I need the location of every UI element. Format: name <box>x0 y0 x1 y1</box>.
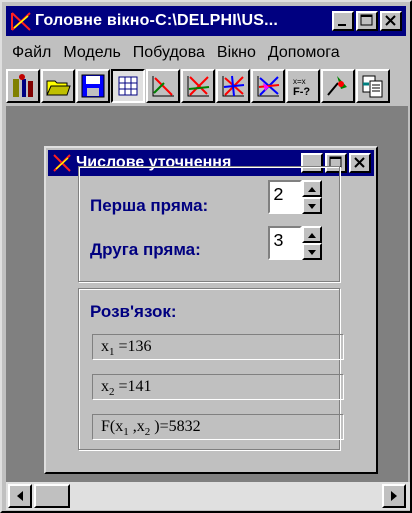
app-icon <box>10 10 32 32</box>
minimize-icon <box>338 24 346 26</box>
numeric-refinement-window: Числове уточнення Перша пряма: 2 Друга п… <box>44 146 378 474</box>
solution-point-icon <box>327 76 347 96</box>
second-line-up-button[interactable] <box>302 226 322 243</box>
formula-icon: x=x F-? <box>293 77 310 98</box>
main-window: Головне вікно-C:\DELPHI\US... Файл Модел… <box>0 0 412 513</box>
menu-model[interactable]: Модель <box>57 44 126 62</box>
first-line-label: Перша пряма: <box>90 196 209 215</box>
scroll-right-button[interactable] <box>382 484 406 508</box>
menu-bar: Файл Модель Побудова Вікно Допомога <box>6 40 406 66</box>
arrow-left-icon <box>17 491 23 501</box>
second-line-down-button[interactable] <box>302 243 322 260</box>
svg-text:x=x: x=x <box>293 77 306 86</box>
plot-cross-button[interactable] <box>181 69 215 103</box>
maximize-icon <box>360 14 373 26</box>
plot-region-button[interactable] <box>251 69 285 103</box>
first-line-input[interactable]: 2 <box>268 180 302 214</box>
open-folder-icon <box>46 80 71 96</box>
arrow-right-icon <box>391 491 397 501</box>
plot-multi-button[interactable] <box>216 69 250 103</box>
formula-button[interactable]: x=x F-? <box>286 69 320 103</box>
scroll-thumb[interactable] <box>34 484 70 508</box>
close-icon <box>354 157 365 168</box>
save-button[interactable] <box>76 69 110 103</box>
second-line-spinner <box>302 226 322 260</box>
child-app-icon <box>52 153 72 173</box>
close-button[interactable] <box>380 11 402 31</box>
scroll-left-button[interactable] <box>8 484 32 508</box>
menu-file[interactable]: Файл <box>6 44 57 62</box>
solution-label: Розв'язок: <box>90 302 177 321</box>
menu-build[interactable]: Побудова <box>127 44 211 62</box>
child-close-button[interactable] <box>349 153 371 173</box>
lines-region-icon <box>257 76 280 97</box>
arrow-down-icon <box>308 204 316 209</box>
lines-cross-icon <box>187 76 210 97</box>
menu-help[interactable]: Допомога <box>262 44 346 62</box>
close-icon <box>385 15 396 26</box>
menu-window[interactable]: Вікно <box>211 44 262 62</box>
line-plot-icon <box>152 76 174 97</box>
arrow-down-icon <box>308 250 316 255</box>
save-disk-icon <box>81 74 105 98</box>
tool-figure-icon <box>13 74 33 97</box>
copy-document-icon <box>362 75 383 98</box>
main-title-bar[interactable]: Головне вікно-C:\DELPHI\US... <box>6 6 406 36</box>
second-line-label: Друга пряма: <box>90 240 201 259</box>
minimize-button[interactable] <box>332 11 354 31</box>
second-line-input[interactable]: 3 <box>268 226 302 260</box>
open-button[interactable] <box>41 69 75 103</box>
result-x2: x2 =141 <box>92 374 344 400</box>
main-window-title: Головне вікно-C:\DELPHI\US... <box>35 12 279 29</box>
first-line-spinner <box>302 180 322 214</box>
toolbar: x=x F-? <box>6 68 408 104</box>
lines-multiple-icon <box>222 75 245 97</box>
plot-line-button[interactable] <box>146 69 180 103</box>
solution-button[interactable] <box>321 69 355 103</box>
arrow-up-icon <box>308 233 316 238</box>
maximize-button[interactable] <box>356 11 378 31</box>
first-line-up-button[interactable] <box>302 180 322 197</box>
first-line-down-button[interactable] <box>302 197 322 214</box>
result-x1: x1 =136 <box>92 334 344 360</box>
horizontal-scrollbar[interactable] <box>6 482 410 510</box>
tool-figure-button[interactable] <box>6 69 40 103</box>
copy-button[interactable] <box>356 69 390 103</box>
result-f: F(x1 ,x2 )=5832 <box>92 414 344 440</box>
arrow-up-icon <box>308 187 316 192</box>
grid-table-icon <box>118 76 138 96</box>
table-button[interactable] <box>111 69 145 103</box>
svg-text:F-?: F-? <box>293 86 310 98</box>
